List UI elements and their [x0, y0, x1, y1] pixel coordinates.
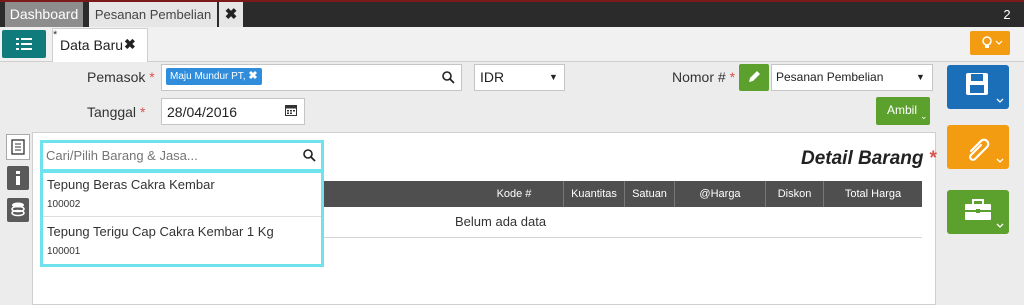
info-icon — [16, 171, 20, 185]
chevron-down-icon: ▼ — [916, 72, 925, 82]
column-kuantitas[interactable]: Kuantitas — [563, 181, 624, 207]
ambil-label: Ambil — [887, 103, 918, 117]
open-tab-count[interactable]: 2 — [992, 2, 1022, 27]
floppy-disk-icon — [966, 73, 1004, 103]
detail-list-tab[interactable] — [6, 134, 30, 160]
coins-icon — [11, 202, 25, 217]
search-icon[interactable] — [442, 71, 455, 84]
remove-tag-icon[interactable]: ✖ — [248, 70, 257, 82]
toolbox-button[interactable] — [947, 190, 1009, 234]
detail-title: Detail Barang * — [801, 148, 937, 169]
document-lines-icon — [11, 139, 25, 155]
column-harga[interactable]: @Harga — [674, 181, 765, 207]
pemasok-label: Pemasok * — [87, 69, 155, 85]
item-search-input[interactable] — [46, 146, 296, 164]
list-item[interactable]: Tepung Beras Cakra Kembar 100002 — [43, 173, 321, 217]
edit-nomor-button[interactable] — [739, 64, 769, 91]
unsaved-marker: * — [53, 29, 58, 41]
paperclip-icon — [969, 138, 1004, 163]
column-satuan[interactable]: Satuan — [624, 181, 674, 207]
nomor-label: Nomor # * — [672, 69, 736, 85]
column-kode[interactable]: Kode # — [471, 181, 557, 207]
chevron-down-icon: ▼ — [549, 72, 558, 82]
toolbox-icon — [965, 199, 1004, 228]
ambil-button[interactable]: Ambil ⌄ — [876, 97, 930, 125]
tab-dashboard[interactable]: Dashboard — [5, 2, 83, 27]
save-button[interactable] — [947, 65, 1009, 109]
tanggal-label: Tanggal * — [87, 104, 146, 120]
info-tab[interactable] — [7, 166, 29, 190]
tips-button[interactable] — [970, 31, 1010, 55]
empty-table-message: Belum ada data — [455, 214, 547, 229]
document-close-icon[interactable]: ✖ — [124, 36, 136, 53]
tanggal-value: 28/04/2016 — [167, 104, 238, 120]
chevron-down-icon: ⌄ — [920, 111, 928, 121]
document-bar — [0, 27, 1024, 62]
nomor-type-value: Pesanan Pembelian — [776, 70, 884, 84]
item-code: 100002 — [47, 199, 81, 210]
search-icon[interactable] — [303, 149, 316, 162]
attachment-button[interactable] — [947, 125, 1009, 169]
cost-tab[interactable] — [7, 198, 29, 222]
column-diskon[interactable]: Diskon — [765, 181, 823, 207]
calendar-icon[interactable] — [285, 104, 297, 116]
list-view-button[interactable] — [2, 30, 46, 58]
item-code: 100001 — [47, 246, 81, 257]
item-name: Tepung Beras Cakra Kembar — [47, 177, 215, 192]
lightbulb-icon — [982, 36, 1003, 48]
document-tab-label: Data Baru — [60, 37, 124, 53]
currency-value: IDR — [480, 69, 505, 85]
pencil-icon — [749, 71, 760, 82]
column-total-harga[interactable]: Total Harga — [823, 181, 922, 207]
item-name: Tepung Terigu Cap Cakra Kembar 1 Kg — [47, 224, 274, 239]
tab-pesanan-pembelian[interactable]: Pesanan Pembelian — [89, 2, 217, 27]
pemasok-tag[interactable]: Maju Mundur PT, ✖ — [166, 68, 262, 85]
pemasok-tag-label: Maju Mundur PT, — [170, 71, 246, 82]
list-icon — [16, 38, 32, 50]
tab-close-icon[interactable]: ✖ — [219, 2, 243, 27]
list-item[interactable]: Tepung Terigu Cap Cakra Kembar 1 Kg 1000… — [43, 218, 321, 263]
